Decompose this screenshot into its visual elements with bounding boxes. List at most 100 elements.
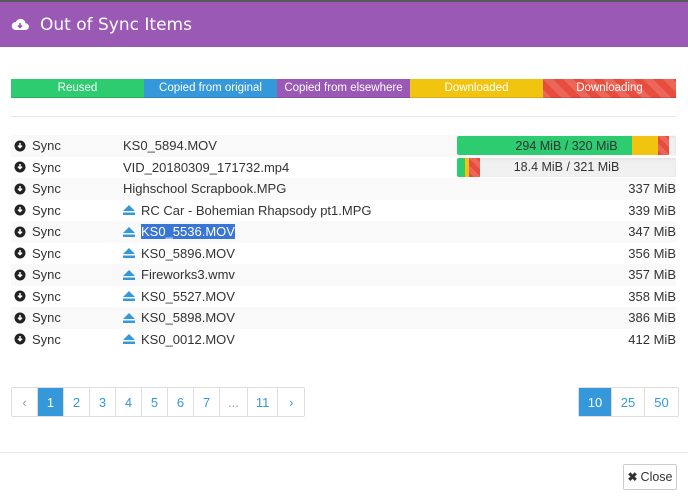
table-row: Sync KS0_5894.MOV 294 MiB / 320 MiB bbox=[11, 135, 676, 157]
sync-action[interactable]: Sync bbox=[11, 138, 123, 153]
page-button-11[interactable]: 11 bbox=[248, 388, 279, 416]
sync-action[interactable]: Sync bbox=[11, 246, 123, 261]
file-name: RC Car - Bohemian Rhapsody pt1.MPG bbox=[141, 202, 372, 218]
table-row: Sync VID_20180309_171732.mp4 18.4 MiB / 32… bbox=[11, 157, 676, 179]
file-name: VID_20180309_171732.mp4 bbox=[123, 159, 290, 175]
file-size: 357 MiB bbox=[628, 267, 676, 283]
progress-text: 18.4 MiB / 321 MiB bbox=[513, 160, 620, 175]
legend-copied-original: Copied from original bbox=[144, 79, 277, 98]
sync-label: Sync bbox=[32, 331, 61, 347]
sync-action[interactable]: Sync bbox=[11, 181, 123, 196]
page-button-1[interactable]: 1 bbox=[38, 388, 64, 416]
eject-icon bbox=[123, 334, 135, 345]
close-icon: ✖ bbox=[627, 470, 638, 484]
download-circle-icon bbox=[14, 204, 26, 216]
download-circle-icon bbox=[14, 290, 26, 302]
eject-icon bbox=[123, 205, 135, 216]
table-row: Sync KS0_5898.MOV 386 MiB bbox=[11, 307, 676, 329]
file-name-cell: KS0_0012.MOV bbox=[123, 332, 456, 347]
page-ellipsis: ... bbox=[220, 388, 248, 416]
sync-label: Sync bbox=[32, 267, 61, 283]
table-row: Sync KS0_5527.MOV 358 MiB bbox=[11, 286, 676, 308]
file-size: 358 MiB bbox=[628, 288, 676, 304]
file-name-cell: KS0_5896.MOV bbox=[123, 246, 456, 261]
page-button-3[interactable]: 3 bbox=[90, 388, 116, 416]
table-row: Sync Fireworks3.wmv 357 MiB bbox=[11, 264, 676, 286]
sync-action[interactable]: Sync bbox=[11, 203, 123, 218]
sync-action[interactable]: Sync bbox=[11, 267, 123, 282]
sync-label: Sync bbox=[32, 202, 61, 218]
sync-label: Sync bbox=[32, 224, 61, 240]
eject-icon bbox=[123, 226, 135, 237]
page-size-10[interactable]: 10 bbox=[579, 388, 612, 416]
download-circle-icon bbox=[14, 226, 26, 238]
page-size-25[interactable]: 25 bbox=[612, 388, 645, 416]
file-name-cell: KS0_5898.MOV bbox=[123, 310, 456, 325]
items-table: Sync KS0_5894.MOV 294 MiB / 320 MiB Sync VID… bbox=[11, 135, 676, 350]
file-name-cell: RC Car - Bohemian Rhapsody pt1.MPG bbox=[123, 203, 456, 218]
progress-text: 294 MiB / 320 MiB bbox=[515, 138, 618, 153]
table-row: Sync KS0_5536.MOV 347 MiB bbox=[11, 221, 676, 243]
table-row: Sync Highschool Scrapbook.MPG 337 MiB bbox=[11, 178, 676, 200]
file-name: KS0_5896.MOV bbox=[141, 245, 235, 261]
sync-label: Sync bbox=[32, 138, 61, 154]
file-name-cell: KS0_5527.MOV bbox=[123, 289, 456, 304]
page-button-2[interactable]: 2 bbox=[64, 388, 90, 416]
close-button[interactable]: ✖ Close bbox=[623, 464, 677, 490]
sync-action[interactable]: Sync bbox=[11, 289, 123, 304]
file-size: 412 MiB bbox=[628, 331, 676, 347]
divider bbox=[11, 116, 676, 117]
page-button-5[interactable]: 5 bbox=[142, 388, 168, 416]
sync-label: Sync bbox=[32, 310, 61, 326]
file-name: Highschool Scrapbook.MPG bbox=[123, 181, 287, 197]
file-name: Fireworks3.wmv bbox=[141, 267, 235, 283]
sync-action[interactable]: Sync bbox=[11, 224, 123, 239]
download-circle-icon bbox=[14, 247, 26, 259]
file-name-cell: KS0_5536.MOV bbox=[123, 224, 456, 240]
sync-action[interactable]: Sync bbox=[11, 160, 123, 175]
download-circle-icon bbox=[14, 333, 26, 345]
progress-cell: 18.4 MiB / 321 MiB bbox=[456, 157, 676, 177]
legend-downloaded: Downloaded bbox=[410, 79, 543, 98]
sync-action[interactable]: Sync bbox=[11, 332, 123, 347]
download-circle-icon bbox=[14, 183, 26, 195]
eject-icon bbox=[123, 248, 135, 259]
modal-header: Out of Sync Items bbox=[0, 2, 688, 47]
next-page-button[interactable]: › bbox=[278, 388, 304, 416]
file-name-cell: VID_20180309_171732.mp4 bbox=[123, 160, 456, 175]
sync-action[interactable]: Sync bbox=[11, 310, 123, 325]
eject-icon bbox=[123, 291, 135, 302]
table-row: Sync KS0_0012.MOV 412 MiB bbox=[11, 329, 676, 351]
prev-page-button[interactable]: ‹ bbox=[12, 388, 38, 416]
file-size: 356 MiB bbox=[628, 245, 676, 261]
file-size: 386 MiB bbox=[628, 310, 676, 326]
legend-copied-elsewhere: Copied from elsewhere bbox=[277, 79, 410, 98]
progress-legend: Reused Copied from original Copied from … bbox=[11, 79, 676, 98]
download-circle-icon bbox=[14, 161, 26, 173]
cloud-download-icon bbox=[11, 18, 29, 30]
sync-label: Sync bbox=[32, 288, 61, 304]
file-name: KS0_5894.MOV bbox=[123, 138, 217, 154]
file-name: KS0_5898.MOV bbox=[141, 310, 235, 326]
sync-label: Sync bbox=[32, 159, 61, 175]
file-name-cell: Fireworks3.wmv bbox=[123, 267, 456, 282]
footer-divider bbox=[0, 452, 688, 453]
page-button-6[interactable]: 6 bbox=[168, 388, 194, 416]
file-name: KS0_5527.MOV bbox=[141, 288, 235, 304]
file-size: 347 MiB bbox=[628, 224, 676, 240]
file-name: KS0_0012.MOV bbox=[141, 331, 235, 347]
progress-cell: 294 MiB / 320 MiB bbox=[456, 136, 676, 156]
close-label: Close bbox=[640, 470, 673, 484]
page-size-50[interactable]: 50 bbox=[645, 388, 678, 416]
progress-bar: 18.4 MiB / 321 MiB bbox=[457, 157, 676, 177]
legend-reused: Reused bbox=[11, 79, 144, 98]
download-circle-icon bbox=[14, 140, 26, 152]
eject-icon bbox=[123, 312, 135, 323]
file-name-cell: KS0_5894.MOV bbox=[123, 138, 456, 153]
page-button-7[interactable]: 7 bbox=[194, 388, 220, 416]
table-row: Sync KS0_5896.MOV 356 MiB bbox=[11, 243, 676, 265]
sync-label: Sync bbox=[32, 245, 61, 261]
page-size-selector: 10 25 50 bbox=[578, 387, 679, 417]
modal-title: Out of Sync Items bbox=[40, 14, 192, 35]
page-button-4[interactable]: 4 bbox=[116, 388, 142, 416]
